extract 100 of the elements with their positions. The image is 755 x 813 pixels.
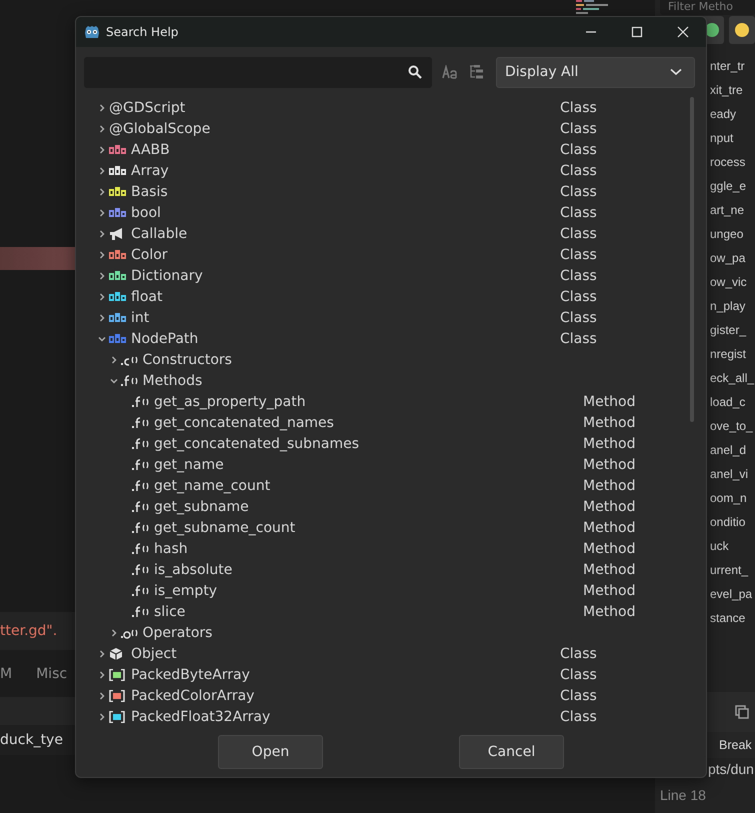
tree-item[interactable]: Object Class [98, 643, 698, 664]
method-item[interactable]: oom_n [710, 486, 755, 510]
method-item[interactable]: ove_to_ [710, 414, 755, 438]
item-name: get_concatenated_names [154, 414, 334, 430]
tree-item[interactable]: is_absolute Method [98, 559, 698, 580]
chevron-right-icon[interactable] [98, 230, 106, 238]
chevron-right-icon[interactable] [98, 670, 106, 678]
tree-item[interactable]: @GlobalScope Class [98, 118, 698, 139]
method-item[interactable]: ow_vic [710, 270, 755, 294]
item-name: get_subname_count [154, 520, 296, 536]
case-sensitive-icon[interactable] [442, 65, 458, 79]
method-item[interactable]: stance [710, 606, 755, 630]
method-item[interactable]: anel_vi [710, 462, 755, 486]
tree-item[interactable]: int Class [98, 307, 698, 328]
tree-item[interactable]: Array Class [98, 160, 698, 181]
method-item[interactable]: gister_ [710, 318, 755, 342]
tree-item[interactable]: Dictionary Class [98, 265, 698, 286]
method-item[interactable]: ow_pa [710, 246, 755, 270]
open-button[interactable]: Open [218, 735, 323, 769]
chevron-right-icon[interactable] [98, 208, 106, 216]
chevron-right-icon[interactable] [98, 146, 106, 154]
filter-dropdown[interactable]: Display All [496, 56, 695, 88]
tree-item[interactable]: Constructors [98, 349, 698, 370]
chevron-right-icon[interactable] [98, 292, 106, 300]
panel-tab[interactable]: M [0, 666, 12, 682]
chevron-down-icon[interactable] [98, 334, 106, 342]
hierarchy-icon[interactable] [468, 65, 484, 79]
method-item[interactable]: evel_pa [710, 582, 755, 606]
chevron-down-icon[interactable] [110, 376, 118, 384]
filter-toggle[interactable] [729, 16, 755, 44]
tree-item[interactable]: PackedColorArray Class [98, 685, 698, 706]
item-name: PackedByteArray [131, 666, 250, 682]
tree-item[interactable]: PackedByteArray Class [98, 664, 698, 685]
method-item[interactable]: rocess [710, 150, 755, 174]
chevron-right-icon[interactable] [98, 124, 106, 132]
item-type: Method [583, 562, 636, 578]
method-item[interactable]: urrent_ [710, 558, 755, 582]
method-item[interactable]: eck_all_ [710, 366, 755, 390]
chevron-right-icon[interactable] [98, 166, 106, 174]
tree-item[interactable]: @GDScript Class [98, 97, 698, 118]
method-item[interactable]: art_ne [710, 198, 755, 222]
tree-item[interactable]: AABB Class [98, 139, 698, 160]
function-icon [132, 606, 150, 618]
search-field[interactable] [84, 56, 432, 88]
chevron-right-icon[interactable] [110, 356, 118, 364]
tree-item[interactable]: bool Class [98, 202, 698, 223]
tree-item[interactable]: float Class [98, 286, 698, 307]
tree-item[interactable]: hash Method [98, 538, 698, 559]
chevron-right-icon[interactable] [98, 250, 106, 258]
chevron-right-icon[interactable] [98, 314, 106, 322]
method-item[interactable]: ggle_e [710, 174, 755, 198]
method-item[interactable]: anel_d [710, 438, 755, 462]
tree-item[interactable]: is_empty Method [98, 580, 698, 601]
chevron-right-icon[interactable] [110, 628, 118, 636]
chevron-right-icon[interactable] [98, 104, 106, 112]
item-type: Class [560, 330, 597, 346]
copy-icon[interactable] [735, 705, 749, 719]
method-item[interactable]: eady [710, 102, 755, 126]
tree-item[interactable]: PackedFloat32Array Class [98, 706, 698, 727]
tree-item[interactable]: Color Class [98, 244, 698, 265]
method-item[interactable]: nter_tr [710, 54, 755, 78]
function-icon [132, 458, 150, 470]
tree-item[interactable]: get_as_property_path Method [98, 391, 698, 412]
chevron-right-icon[interactable] [98, 272, 106, 280]
method-item[interactable]: onditio [710, 510, 755, 534]
tree-item[interactable]: get_name Method [98, 454, 698, 475]
method-item[interactable]: n_play [710, 294, 755, 318]
close-icon[interactable] [677, 26, 689, 38]
item-name: PackedColorArray [131, 688, 254, 704]
tree-item[interactable]: Operators [98, 622, 698, 643]
chevron-right-icon[interactable] [98, 692, 106, 700]
column-header: Break [719, 738, 752, 752]
method-item[interactable]: ungeo [710, 222, 755, 246]
item-type: Class [560, 288, 597, 304]
tree-item[interactable]: Basis Class [98, 181, 698, 202]
panel-tab[interactable]: Misc [36, 666, 68, 682]
tree-item[interactable]: Callable Class [98, 223, 698, 244]
filter-field[interactable]: Filter Metho [660, 0, 755, 15]
tree-item[interactable]: get_concatenated_subnames Method [98, 433, 698, 454]
chevron-right-icon[interactable] [98, 712, 106, 720]
method-item[interactable]: load_c [710, 390, 755, 414]
tree-item[interactable]: get_concatenated_names Method [98, 412, 698, 433]
maximize-icon[interactable] [631, 26, 643, 38]
cancel-button[interactable]: Cancel [459, 735, 564, 769]
chevron-down-icon [670, 68, 682, 76]
window-title: Search Help [106, 25, 178, 39]
tree-item[interactable]: Methods [98, 370, 698, 391]
method-item[interactable]: nput [710, 126, 755, 150]
chevron-right-icon[interactable] [98, 188, 106, 196]
tree-item[interactable]: get_subname_count Method [98, 517, 698, 538]
tree-item[interactable]: slice Method [98, 601, 698, 622]
tree-item[interactable]: NodePath Class [98, 328, 698, 349]
tree-item[interactable]: get_name_count Method [98, 475, 698, 496]
tree-item[interactable]: get_subname Method [98, 496, 698, 517]
method-item[interactable]: nregist [710, 342, 755, 366]
method-item[interactable]: xit_tre [710, 78, 755, 102]
function-icon [132, 564, 150, 576]
method-item[interactable]: uck [710, 534, 755, 558]
chevron-right-icon[interactable] [98, 650, 106, 658]
item-name: NodePath [131, 330, 198, 346]
